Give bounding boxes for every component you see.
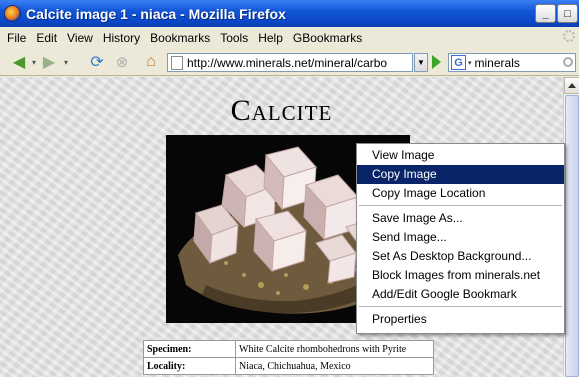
stop-button[interactable]: ⊗ [112,52,132,72]
chevron-down-icon: ▾ [31,57,36,67]
menu-gbookmarks[interactable]: GBookmarks [288,31,367,45]
forward-history-dropdown[interactable]: ▾ [62,52,70,72]
context-menu-item-add-edit-google-bookmark[interactable]: Add/Edit Google Bookmark [357,285,564,304]
context-menu-item-block-images-from-minerals-net[interactable]: Block Images from minerals.net [357,266,564,285]
context-menu: View Image Copy Image Copy Image Location S… [356,143,565,334]
window-title: Calcite image 1 - niaca - Mozilla Firefo… [26,5,286,22]
url-text: http://www.minerals.net/mineral/carbo [187,55,388,70]
scroll-up-button[interactable] [564,77,579,94]
scroll-thumb[interactable] [565,95,579,377]
reload-button[interactable]: ⟳ [86,52,108,72]
context-menu-item-send-image[interactable]: Send Image... [357,228,564,247]
vertical-scrollbar[interactable] [563,77,579,377]
menu-bookmarks[interactable]: Bookmarks [145,31,215,45]
back-button[interactable]: ◀ [8,52,30,72]
url-history-dropdown[interactable]: ▼ [414,53,428,72]
home-button[interactable]: ⌂ [140,52,162,72]
specimen-info-table: Specimen: White Calcite rhombohedrons wi… [143,340,434,375]
reload-icon: ⟳ [90,54,104,71]
back-history-dropdown[interactable]: ▾ [30,52,38,72]
minimize-icon: _ [542,7,549,20]
context-menu-item-save-image-as[interactable]: Save Image As... [357,209,564,228]
table-cell-value: Niaca, Chichuahua, Mexico [235,357,434,375]
forward-button[interactable]: ▶ [38,52,60,72]
menu-edit[interactable]: Edit [31,31,62,45]
title-bar: Calcite image 1 - niaca - Mozilla Firefo… [0,0,579,27]
url-bar[interactable]: http://www.minerals.net/mineral/carbo [167,53,413,72]
back-icon: ◀ [12,54,26,71]
home-icon: ⌂ [146,53,156,70]
chevron-down-icon: ▼ [417,58,425,67]
minimize-button[interactable]: _ [535,4,556,23]
page-icon [171,55,183,70]
page-title: Calcite [230,94,333,127]
search-input[interactable]: minerals [475,56,520,70]
stop-icon: ⊗ [115,54,129,71]
context-menu-item-set-as-desktop-background[interactable]: Set As Desktop Background... [357,247,564,266]
table-cell-value: White Calcite rhombohedrons with Pyrite [235,340,434,358]
menu-file[interactable]: File [2,31,31,45]
navigation-toolbar: ◀ ▾ ▶ ▾ ⟳ ⊗ ⌂ http://www.minerals.net/mi… [0,48,579,76]
table-row: Locality: Niaca, Chichuahua, Mexico [143,357,434,375]
table-cell-label: Specimen: [143,340,236,358]
search-icon[interactable] [563,57,573,67]
context-menu-item-properties[interactable]: Properties [357,310,564,329]
google-icon[interactable]: G [451,55,466,70]
maximize-icon: □ [564,7,571,20]
search-box[interactable]: G ▾ minerals [448,53,576,72]
context-menu-item-copy-image[interactable]: Copy Image [357,165,564,184]
table-row: Specimen: White Calcite rhombohedrons wi… [143,340,434,358]
menu-view[interactable]: View [62,31,98,45]
menu-bar: File Edit View History Bookmarks Tools H… [0,27,579,48]
forward-icon: ▶ [42,54,56,71]
menu-separator [359,306,562,307]
menu-tools[interactable]: Tools [215,31,253,45]
chevron-down-icon: ▾ [63,57,68,67]
table-cell-label: Locality: [143,357,236,375]
throbber-icon [563,30,575,42]
go-icon[interactable] [432,55,441,69]
maximize-button[interactable]: □ [557,4,578,23]
menu-help[interactable]: Help [253,31,288,45]
chevron-down-icon[interactable]: ▾ [468,59,472,67]
firefox-icon [4,5,21,22]
context-menu-item-copy-image-location[interactable]: Copy Image Location [357,184,564,203]
context-menu-item-view-image[interactable]: View Image [357,146,564,165]
menu-history[interactable]: History [98,31,145,45]
menu-separator [359,205,562,206]
